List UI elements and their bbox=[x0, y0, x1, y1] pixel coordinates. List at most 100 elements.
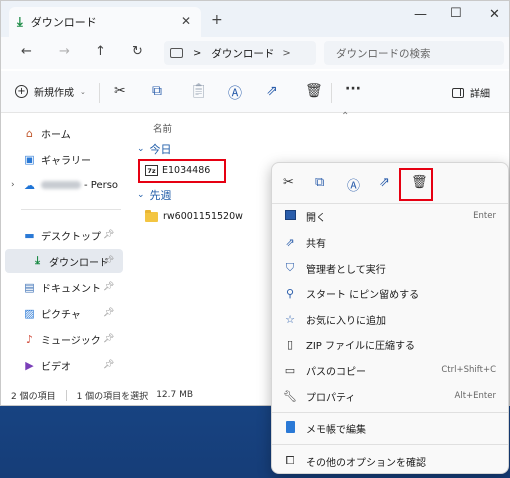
menu-item-shortcut: Ctrl+Shift+C bbox=[441, 365, 496, 375]
rename-icon[interactable]: Ⓐ bbox=[228, 83, 242, 103]
sort-caret-icon[interactable]: ⌃ bbox=[341, 111, 349, 122]
context-menu-toolbar: ✂ ⧉ Ⓐ ⇗ 🗑︎ bbox=[272, 163, 508, 203]
sidebar-item-label: ミュージック bbox=[41, 335, 101, 347]
more-options-icon[interactable]: ··· bbox=[345, 81, 361, 97]
computer-icon bbox=[170, 48, 183, 58]
sidebar-item-videos[interactable]: ▶ ビデオ 📌︎ bbox=[23, 353, 123, 377]
breadcrumb-separator: > bbox=[193, 47, 202, 59]
pin-icon[interactable]: 📌︎ bbox=[103, 256, 114, 266]
item-count: 2 個の項目 bbox=[11, 391, 56, 402]
tab-downloads[interactable]: ⤓ ダウンロード ✕ bbox=[9, 7, 201, 37]
new-button[interactable]: + 新規作成 ⌄ bbox=[15, 84, 86, 99]
copy-icon[interactable]: ⧉ bbox=[152, 83, 162, 99]
desktop-icon: ▬ bbox=[24, 228, 35, 242]
redacted-name bbox=[41, 181, 81, 189]
menu-item-copy-path[interactable]: ▭ パスのコピー Ctrl+Shift+C bbox=[272, 358, 508, 382]
share-icon[interactable]: ⇗ bbox=[379, 175, 390, 190]
column-header-name[interactable]: 名前 bbox=[153, 121, 172, 135]
sidebar-item-label: - Perso bbox=[84, 179, 119, 191]
details-label: 詳細 bbox=[470, 89, 490, 100]
minimize-button[interactable]: — bbox=[414, 7, 427, 22]
close-window-button[interactable]: ✕ bbox=[489, 7, 500, 22]
up-button[interactable]: ↑ bbox=[95, 44, 106, 59]
sidebar-item-gallery[interactable]: ▣ ギャラリー bbox=[23, 147, 123, 171]
video-icon: ▶ bbox=[25, 358, 34, 372]
menu-item-shortcut: Alt+Enter bbox=[454, 391, 496, 401]
zip-icon: ▯ bbox=[286, 337, 294, 351]
tab-close-icon[interactable]: ✕ bbox=[181, 14, 191, 28]
search-input[interactable]: ダウンロードの検索 bbox=[324, 41, 504, 65]
breadcrumb-downloads[interactable]: ダウンロード bbox=[211, 46, 274, 61]
sidebar-item-documents[interactable]: ▤ ドキュメント 📌︎ bbox=[23, 275, 123, 299]
sidebar-item-music[interactable]: ♪ ミュージック 📌︎ bbox=[23, 327, 123, 351]
menu-item-open[interactable]: 開く Enter bbox=[272, 204, 508, 228]
sidebar-item-downloads[interactable]: ⤓ ダウンロード 📌︎ bbox=[5, 249, 123, 273]
chevron-down-icon: ⌄ bbox=[137, 144, 145, 154]
cut-icon[interactable]: ✂ bbox=[114, 83, 126, 99]
menu-item-label: メモ帳で編集 bbox=[306, 424, 366, 436]
navigation-pane: ⌂ ホーム ▣ ギャラリー › ☁ - Perso ▬ デスクトップ 📌︎ ⤓ … bbox=[1, 113, 127, 385]
chevron-down-icon: ⌄ bbox=[80, 87, 86, 96]
notepad-icon bbox=[283, 420, 297, 436]
sidebar-item-desktop[interactable]: ▬ デスクトップ 📌︎ bbox=[23, 223, 123, 247]
menu-item-add-favorites[interactable]: ☆ お気に入りに追加 bbox=[272, 307, 508, 331]
sidebar-item-onedrive[interactable]: ☁ - Perso bbox=[23, 173, 123, 197]
divider bbox=[272, 412, 508, 413]
sidebar-item-pictures[interactable]: ▨ ピクチャ 📌︎ bbox=[23, 301, 123, 325]
tab-title: ダウンロード bbox=[30, 16, 97, 29]
forward-button[interactable]: → bbox=[59, 44, 70, 59]
menu-item-edit-notepad[interactable]: メモ帳で編集 bbox=[272, 416, 508, 440]
cut-icon[interactable]: ✂ bbox=[283, 175, 294, 190]
paste-icon[interactable]: 📋︎ bbox=[190, 83, 208, 99]
chevron-down-icon: ⌄ bbox=[137, 190, 145, 200]
wrench-icon: 🔧︎ bbox=[283, 389, 297, 403]
details-pane-icon bbox=[452, 87, 464, 98]
menu-item-compress-zip[interactable]: ▯ ZIP ファイルに圧縮する bbox=[272, 332, 508, 356]
menu-item-share[interactable]: ⇗ 共有 bbox=[272, 230, 508, 254]
refresh-button[interactable]: ↻ bbox=[132, 44, 143, 59]
copy-icon[interactable]: ⧉ bbox=[315, 175, 324, 190]
document-icon: ▤ bbox=[24, 280, 35, 294]
sidebar-item-label: ダウンロード bbox=[49, 257, 109, 269]
divider bbox=[99, 83, 100, 103]
details-button[interactable]: 詳細 bbox=[452, 85, 490, 100]
delete-icon[interactable]: 🗑︎ bbox=[305, 83, 323, 99]
highlight-box bbox=[138, 159, 226, 183]
pin-icon[interactable]: 📌︎ bbox=[103, 282, 114, 292]
highlight-box bbox=[399, 168, 433, 201]
home-icon: ⌂ bbox=[26, 126, 33, 140]
menu-item-more-options[interactable]: ⧠ その他のオプションを確認 bbox=[272, 449, 508, 473]
sidebar-item-label: ピクチャ bbox=[41, 309, 81, 321]
chevron-right-icon[interactable]: › bbox=[11, 180, 15, 190]
title-bar: ⤓ ダウンロード ✕ + — ☐ ✕ bbox=[1, 1, 509, 37]
pin-icon[interactable]: 📌︎ bbox=[103, 360, 114, 370]
pin-icon[interactable]: 📌︎ bbox=[103, 230, 114, 240]
rename-icon[interactable]: Ⓐ bbox=[347, 175, 360, 194]
file-name: rw6001151520w bbox=[163, 211, 243, 222]
pin-icon[interactable]: 📌︎ bbox=[103, 308, 114, 318]
breadcrumb-trail-separator[interactable]: > bbox=[282, 48, 290, 59]
address-bar[interactable]: > ダウンロード > bbox=[164, 41, 316, 65]
navigation-bar: ← → ↑ ↻ > ダウンロード > ダウンロードの検索 bbox=[1, 37, 509, 69]
share-icon: ⇗ bbox=[285, 235, 295, 249]
plus-icon: + bbox=[15, 85, 28, 98]
new-tab-button[interactable]: + bbox=[211, 12, 223, 28]
menu-item-label: その他のオプションを確認 bbox=[306, 457, 426, 469]
group-header-last-week[interactable]: ⌄ 先週 bbox=[137, 187, 172, 203]
maximize-button[interactable]: ☐ bbox=[450, 6, 462, 21]
divider bbox=[272, 444, 508, 445]
sidebar-item-home[interactable]: ⌂ ホーム bbox=[23, 121, 123, 145]
cloud-icon: ☁ bbox=[24, 178, 35, 192]
menu-item-label: 共有 bbox=[306, 238, 326, 250]
menu-item-pin-start[interactable]: ⚲ スタート にピン留めする bbox=[272, 281, 508, 305]
menu-item-properties[interactable]: 🔧︎ プロパティ Alt+Enter bbox=[272, 384, 508, 408]
back-button[interactable]: ← bbox=[21, 44, 32, 59]
file-row[interactable]: rw6001151520w bbox=[145, 209, 243, 222]
share-icon[interactable]: ⇗ bbox=[266, 83, 278, 99]
pin-icon[interactable]: 📌︎ bbox=[103, 334, 114, 344]
copy-path-icon: ▭ bbox=[284, 363, 296, 377]
menu-item-run-as-admin[interactable]: ⛉ 管理者として実行 bbox=[272, 256, 508, 280]
menu-item-shortcut: Enter bbox=[473, 211, 496, 221]
music-icon: ♪ bbox=[25, 332, 34, 346]
group-header-today[interactable]: ⌄ 今日 bbox=[137, 141, 172, 157]
